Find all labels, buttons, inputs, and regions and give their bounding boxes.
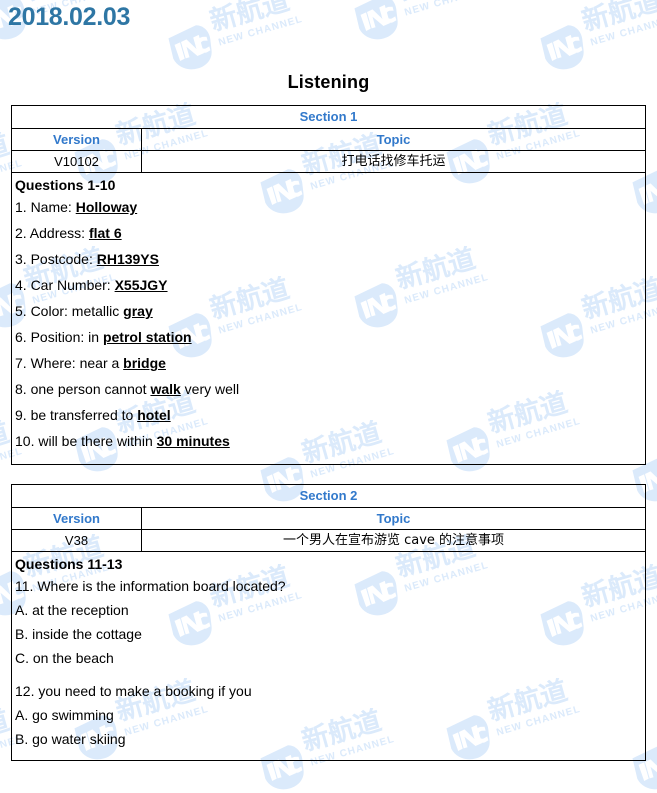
question-2-answer: flat 6 xyxy=(88,225,122,241)
section-1-column-headers: Version Topic xyxy=(12,129,645,151)
question-item-5: 5. Color: metallic gray xyxy=(15,302,645,320)
question-2-prefix: 2. Address: xyxy=(15,225,89,241)
section-1-questions: Questions 1-10 1. Name: Holloway 2. Addr… xyxy=(12,173,645,464)
watermark-en-text: NEW CHANNEL xyxy=(217,13,305,49)
section-2-table: Section 2 Version Topic V38 一个男人在宣布游览 ca… xyxy=(11,484,646,761)
question-4-prefix: 4. Car Number: xyxy=(15,277,115,293)
watermark-en-text: NEW CHANNEL xyxy=(403,0,491,19)
question-item-8: 8. one person cannot walk very well xyxy=(15,380,645,398)
section-2-title: Section 2 xyxy=(12,485,645,508)
column-header-topic: Topic xyxy=(376,511,411,526)
question-6-answer: petrol station xyxy=(102,329,192,345)
question-9-answer: hotel xyxy=(137,407,171,423)
section-1-topic: 打电话找修车托运 xyxy=(341,154,446,169)
question-7-prefix: 7. Where: near a xyxy=(15,355,124,371)
new-channel-logo-icon xyxy=(164,21,220,76)
question-item-2: 2. Address: flat 6 xyxy=(15,224,645,242)
question-7-answer: bridge xyxy=(123,355,166,371)
question-12-option-a[interactable]: A. go swimming xyxy=(15,706,645,724)
section-2-column-headers: Version Topic xyxy=(12,508,645,530)
watermark-cn-text: 新航道 xyxy=(578,0,657,38)
question-4-answer: X55JGY xyxy=(114,277,168,293)
question-item-6: 6. Position: in petrol station xyxy=(15,328,645,346)
new-channel-logo-icon xyxy=(536,21,592,76)
section-1-version: V10102 xyxy=(12,151,142,172)
section-2-version: V38 xyxy=(12,530,142,551)
question-5-answer: gray xyxy=(123,303,153,319)
section-1-table: Section 1 Version Topic V10102 打电话找修车托运 … xyxy=(11,105,646,465)
question-10-prefix: 10. will be there within xyxy=(15,433,157,449)
question-1-prefix: 1. Name: xyxy=(15,199,76,215)
question-10-answer: 30 minutes xyxy=(156,433,230,449)
column-header-version: Version xyxy=(12,508,142,529)
section-2-topic: 一个男人在宣布游览 cave 的注意事项 xyxy=(282,533,505,548)
new-channel-logo-icon xyxy=(350,0,406,46)
new-channel-watermark: 新航道NEW CHANNEL xyxy=(532,0,657,80)
question-11-option-a-text: A. at the reception xyxy=(15,602,129,618)
question-group-spacer xyxy=(15,673,645,682)
question-11-stem: 11. Where is the information board locat… xyxy=(15,578,286,594)
question-9-prefix: 9. be transferred to xyxy=(15,407,138,423)
question-3-answer: RH139YS xyxy=(96,251,159,267)
section-1-title: Section 1 xyxy=(12,106,645,129)
question-11-option-c[interactable]: C. on the beach xyxy=(15,649,645,667)
question-12-stem: 12. you need to make a booking if you xyxy=(15,683,252,699)
watermark-en-text: NEW CHANNEL xyxy=(589,13,657,49)
new-channel-watermark: 新航道NEW CHANNEL xyxy=(160,0,308,80)
question-item-1: 1. Name: Holloway xyxy=(15,198,645,216)
section-2-questions-heading: Questions 11-13 xyxy=(15,556,123,572)
question-11-option-b[interactable]: B. inside the cottage xyxy=(15,625,645,643)
column-header-topic: Topic xyxy=(376,132,411,147)
question-8-suffix: very well xyxy=(180,381,240,397)
document-date: 2018.02.03 xyxy=(8,3,131,31)
question-8-answer: walk xyxy=(150,381,181,397)
question-1-answer: Holloway xyxy=(75,199,138,215)
question-12-option-b-text: B. go water skiing xyxy=(15,731,126,747)
section-2-questions: Questions 11-13 11. Where is the informa… xyxy=(12,552,645,760)
question-item-4: 4. Car Number: X55JGY xyxy=(15,276,645,294)
page-title: Listening xyxy=(287,72,370,92)
question-6-prefix: 6. Position: in xyxy=(15,329,103,345)
section-1-questions-heading: Questions 1-10 xyxy=(15,177,116,193)
question-12-option-b[interactable]: B. go water skiing xyxy=(15,730,645,748)
question-8-prefix: 8. one person cannot xyxy=(15,381,151,397)
question-item-10: 10. will be there within 30 minutes xyxy=(15,432,645,450)
question-item-3: 3. Postcode: RH139YS xyxy=(15,250,645,268)
section-2-row: V38 一个男人在宣布游览 cave 的注意事项 xyxy=(12,530,645,552)
question-3-prefix: 3. Postcode: xyxy=(15,251,97,267)
question-5-prefix: 5. Color: metallic xyxy=(15,303,124,319)
new-channel-watermark: 新航道NEW CHANNEL xyxy=(346,0,494,50)
watermark-cn-text: 新航道 xyxy=(206,0,293,38)
question-11-option-a[interactable]: A. at the reception xyxy=(15,601,645,619)
question-item-7: 7. Where: near a bridge xyxy=(15,354,645,372)
section-1-row: V10102 打电话找修车托运 xyxy=(12,151,645,173)
question-item-9: 9. be transferred to hotel xyxy=(15,406,645,424)
watermark-cn-text: 新航道 xyxy=(393,0,479,7)
column-header-version: Version xyxy=(12,129,142,150)
